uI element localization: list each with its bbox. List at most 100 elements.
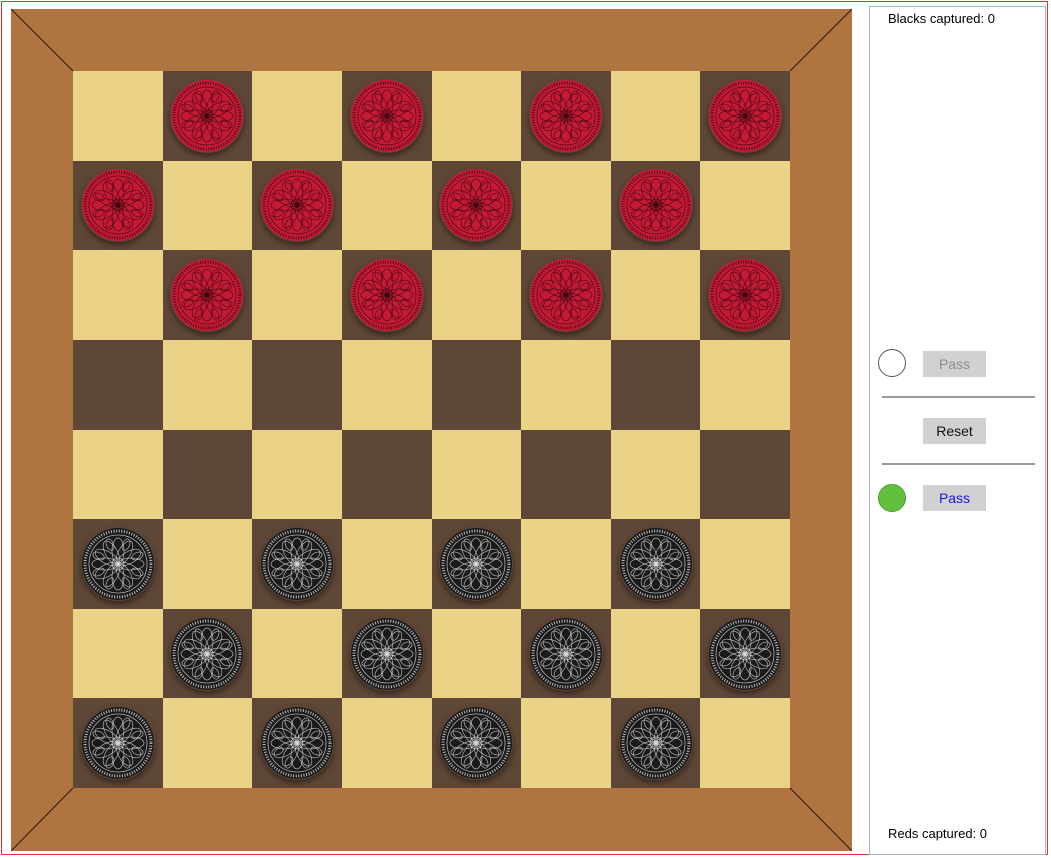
board-square[interactable] <box>700 698 790 788</box>
board-square[interactable] <box>162 608 253 699</box>
red-checker-piece[interactable] <box>529 258 603 332</box>
board-square[interactable] <box>610 339 701 430</box>
board-square[interactable] <box>341 608 432 699</box>
red-checker-piece[interactable] <box>81 168 155 242</box>
board-square[interactable] <box>252 608 342 699</box>
board-square[interactable] <box>73 608 163 699</box>
board-square[interactable] <box>610 698 701 788</box>
board-square[interactable] <box>252 519 342 609</box>
board-square[interactable] <box>431 698 522 788</box>
board-square[interactable] <box>431 160 522 251</box>
board-square[interactable] <box>521 71 611 161</box>
board-square[interactable] <box>73 71 163 161</box>
black-checker-piece[interactable] <box>619 527 693 601</box>
board-square[interactable] <box>341 519 432 609</box>
black-checker-piece[interactable] <box>260 706 334 780</box>
red-checker-piece[interactable] <box>260 168 334 242</box>
board-square[interactable] <box>521 160 611 251</box>
board-square[interactable] <box>162 250 253 340</box>
black-checker-piece[interactable] <box>708 617 782 691</box>
red-checker-piece[interactable] <box>529 79 603 153</box>
board-square[interactable] <box>162 519 253 609</box>
board-square[interactable] <box>162 339 253 430</box>
board-square[interactable] <box>73 160 163 251</box>
board-square[interactable] <box>252 71 342 161</box>
side-panel: Blacks captured: 0 Pass Reset Pass Reds … <box>869 6 1046 855</box>
board-square[interactable] <box>521 698 611 788</box>
board-square[interactable] <box>162 429 253 520</box>
panel-divider <box>882 396 1035 398</box>
board-square[interactable] <box>700 519 790 609</box>
board-square[interactable] <box>431 250 522 340</box>
black-checker-piece[interactable] <box>350 617 424 691</box>
board-square[interactable] <box>700 608 790 699</box>
blacks-captured-counter: Blacks captured: 0 <box>888 11 995 26</box>
board-square[interactable] <box>610 608 701 699</box>
board-square[interactable] <box>521 519 611 609</box>
board-square[interactable] <box>610 519 701 609</box>
black-checker-piece[interactable] <box>619 706 693 780</box>
board-square[interactable] <box>700 429 790 520</box>
red-checker-piece[interactable] <box>708 79 782 153</box>
red-checker-piece[interactable] <box>170 258 244 332</box>
board-square[interactable] <box>252 339 342 430</box>
board-square[interactable] <box>73 339 163 430</box>
board-square[interactable] <box>341 339 432 430</box>
board-square[interactable] <box>341 429 432 520</box>
board-square[interactable] <box>610 71 701 161</box>
board-square[interactable] <box>700 160 790 251</box>
board-square[interactable] <box>521 250 611 340</box>
board-square[interactable] <box>162 71 253 161</box>
board-square[interactable] <box>610 160 701 251</box>
black-pass-button[interactable]: Pass <box>923 485 986 511</box>
board-square[interactable] <box>431 519 522 609</box>
board-square[interactable] <box>73 519 163 609</box>
board-square[interactable] <box>700 250 790 340</box>
board-square[interactable] <box>610 250 701 340</box>
board-square[interactable] <box>700 71 790 161</box>
checkers-board-frame <box>11 9 852 851</box>
red-checker-piece[interactable] <box>350 258 424 332</box>
game-container: Blacks captured: 0 Pass Reset Pass Reds … <box>1 1 1048 855</box>
board-square[interactable] <box>521 339 611 430</box>
board-square[interactable] <box>341 71 432 161</box>
board-square[interactable] <box>73 250 163 340</box>
board-square[interactable] <box>341 160 432 251</box>
board-square[interactable] <box>610 429 701 520</box>
red-checker-piece[interactable] <box>350 79 424 153</box>
board-square[interactable] <box>431 429 522 520</box>
red-checker-piece[interactable] <box>170 79 244 153</box>
black-turn-indicator <box>878 484 906 512</box>
board-square[interactable] <box>521 608 611 699</box>
black-checker-piece[interactable] <box>529 617 603 691</box>
black-checker-piece[interactable] <box>260 527 334 601</box>
board-square[interactable] <box>73 429 163 520</box>
board-square[interactable] <box>341 698 432 788</box>
board-square[interactable] <box>252 250 342 340</box>
board-square[interactable] <box>73 698 163 788</box>
board-square[interactable] <box>431 71 522 161</box>
black-checker-piece[interactable] <box>439 527 513 601</box>
board-square[interactable] <box>700 339 790 430</box>
red-turn-indicator <box>878 349 906 377</box>
red-pass-button[interactable]: Pass <box>923 351 986 377</box>
black-checker-piece[interactable] <box>170 617 244 691</box>
board-square[interactable] <box>252 698 342 788</box>
red-checker-piece[interactable] <box>708 258 782 332</box>
board-square[interactable] <box>431 608 522 699</box>
red-checker-piece[interactable] <box>439 168 513 242</box>
board-square[interactable] <box>162 698 253 788</box>
black-checker-piece[interactable] <box>439 706 513 780</box>
board-square[interactable] <box>431 339 522 430</box>
board-square[interactable] <box>341 250 432 340</box>
board-square[interactable] <box>252 429 342 520</box>
board-square[interactable] <box>521 429 611 520</box>
checkers-board <box>73 71 790 788</box>
black-checker-piece[interactable] <box>81 527 155 601</box>
board-square[interactable] <box>162 160 253 251</box>
red-checker-piece[interactable] <box>619 168 693 242</box>
panel-divider <box>882 463 1035 465</box>
board-square[interactable] <box>252 160 342 251</box>
reset-button[interactable]: Reset <box>923 418 986 444</box>
black-checker-piece[interactable] <box>81 706 155 780</box>
